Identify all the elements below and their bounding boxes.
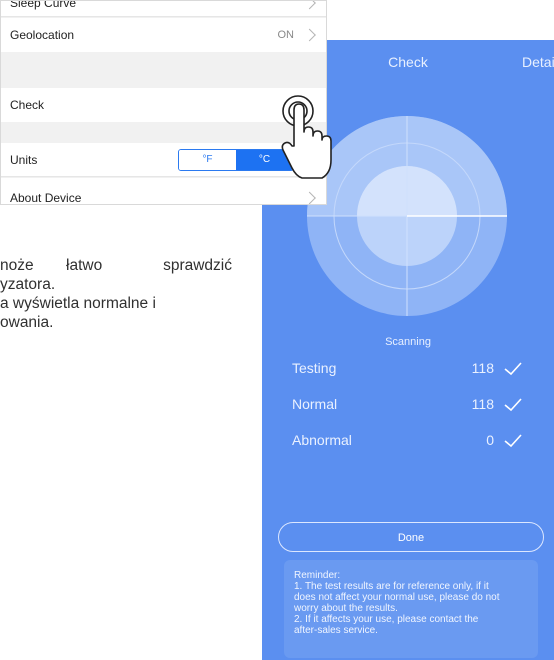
instruction-text: noże łatwo sprawdzić yzatora. a wyświetl… [0, 256, 232, 332]
done-button[interactable]: Done [278, 522, 544, 552]
result-value: 0 [486, 432, 494, 448]
result-label: Normal [292, 396, 338, 412]
instruction-line: yzatora. [0, 276, 56, 293]
reminder-text: after-sales service. [294, 625, 378, 636]
result-label: Testing [292, 360, 337, 376]
result-value: 118 [471, 396, 494, 412]
chevron-right-icon [303, 191, 316, 204]
settings-row-sleep-curve[interactable]: Sleep Curve [1, 0, 326, 17]
settings-row-label: Units [10, 153, 38, 167]
geolocation-status: ON [277, 29, 295, 41]
settings-row-geolocation[interactable]: Geolocation ON [1, 18, 326, 52]
settings-row-about-device[interactable]: About Device [1, 178, 326, 205]
fahrenheit-option[interactable]: °F [179, 150, 236, 170]
result-row-normal: Normal 118 [292, 396, 522, 418]
reminder-title: Reminder: [294, 570, 341, 581]
instruction-line: owania. [0, 314, 54, 331]
scanning-status: Scanning [385, 336, 431, 348]
reminder-text: 1. The test results are for reference on… [294, 581, 489, 592]
chevron-right-icon [303, 1, 316, 10]
check-icon [504, 398, 522, 412]
settings-row-label: Geolocation [10, 28, 75, 42]
detail-link[interactable]: Detail [522, 54, 554, 70]
settings-row-label: About Device [10, 191, 82, 205]
instruction-word: sprawdzić [163, 257, 232, 274]
result-row-testing: Testing 118 [292, 360, 522, 382]
tap-hand-icon [281, 95, 332, 179]
check-icon [504, 434, 522, 448]
settings-row-label: Sleep Curve [10, 0, 77, 10]
instruction-word: noże [0, 257, 34, 274]
instruction-line: a wyświetla normalne i [0, 295, 156, 312]
reminder-text: 2. If it affects your use, please contac… [294, 614, 479, 625]
check-icon [504, 362, 522, 376]
settings-row-label: Check [10, 98, 45, 112]
chevron-right-icon [303, 28, 316, 42]
reminder-text: does not affect your normal use, please … [294, 592, 500, 603]
reminder-text: worry about the results. [294, 603, 398, 614]
result-row-abnormal: Abnormal 0 [292, 432, 522, 454]
result-value: 118 [471, 360, 494, 376]
instruction-word: łatwo [66, 257, 103, 274]
reminder-box: Reminder: 1. The test results are for re… [284, 560, 538, 658]
result-label: Abnormal [292, 432, 352, 448]
